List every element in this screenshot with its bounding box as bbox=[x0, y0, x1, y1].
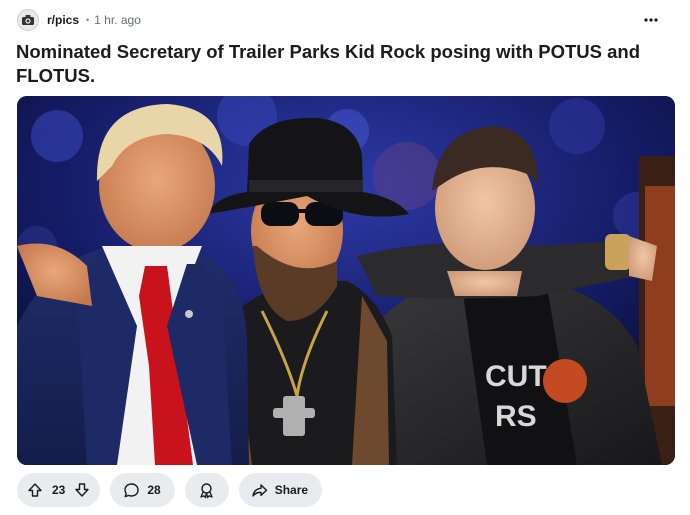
more-options-button[interactable] bbox=[639, 8, 663, 32]
award-button[interactable] bbox=[184, 473, 229, 507]
ellipsis-icon bbox=[644, 18, 658, 22]
share-label: Share bbox=[274, 483, 309, 497]
shirt-print-top: CUT bbox=[485, 360, 547, 393]
shirt-print-bottom: RS bbox=[495, 400, 537, 433]
comment-count: 28 bbox=[147, 483, 161, 497]
camera-icon bbox=[22, 15, 34, 25]
vote-control: 23 bbox=[17, 473, 101, 507]
post-card: r/pics • 1 hr. ago Nominated Secretary o… bbox=[0, 0, 690, 515]
speech-bubble-icon bbox=[124, 482, 140, 497]
comments-button[interactable]: 28 bbox=[110, 473, 175, 507]
photo-three-men: CUT RS bbox=[17, 96, 675, 465]
subreddit-avatar[interactable] bbox=[17, 9, 39, 31]
post-header: r/pics • 1 hr. ago bbox=[17, 6, 677, 34]
arrow-down-icon bbox=[75, 483, 90, 497]
share-arrow-icon bbox=[252, 483, 267, 497]
arrow-up-icon bbox=[28, 483, 42, 497]
award-ribbon-icon bbox=[200, 482, 213, 498]
subreddit-link[interactable]: r/pics bbox=[47, 13, 79, 27]
post-title[interactable]: Nominated Secretary of Trailer Parks Kid… bbox=[16, 40, 646, 88]
post-timestamp: 1 hr. ago bbox=[94, 13, 141, 27]
action-bar: 23 28 Share bbox=[17, 473, 323, 507]
downvote-button[interactable] bbox=[70, 478, 94, 502]
share-button[interactable]: Share bbox=[238, 473, 323, 507]
separator-dot: • bbox=[86, 15, 90, 25]
upvote-button[interactable] bbox=[23, 478, 47, 502]
vote-count: 23 bbox=[52, 483, 66, 497]
post-image[interactable]: CUT RS bbox=[17, 96, 675, 465]
